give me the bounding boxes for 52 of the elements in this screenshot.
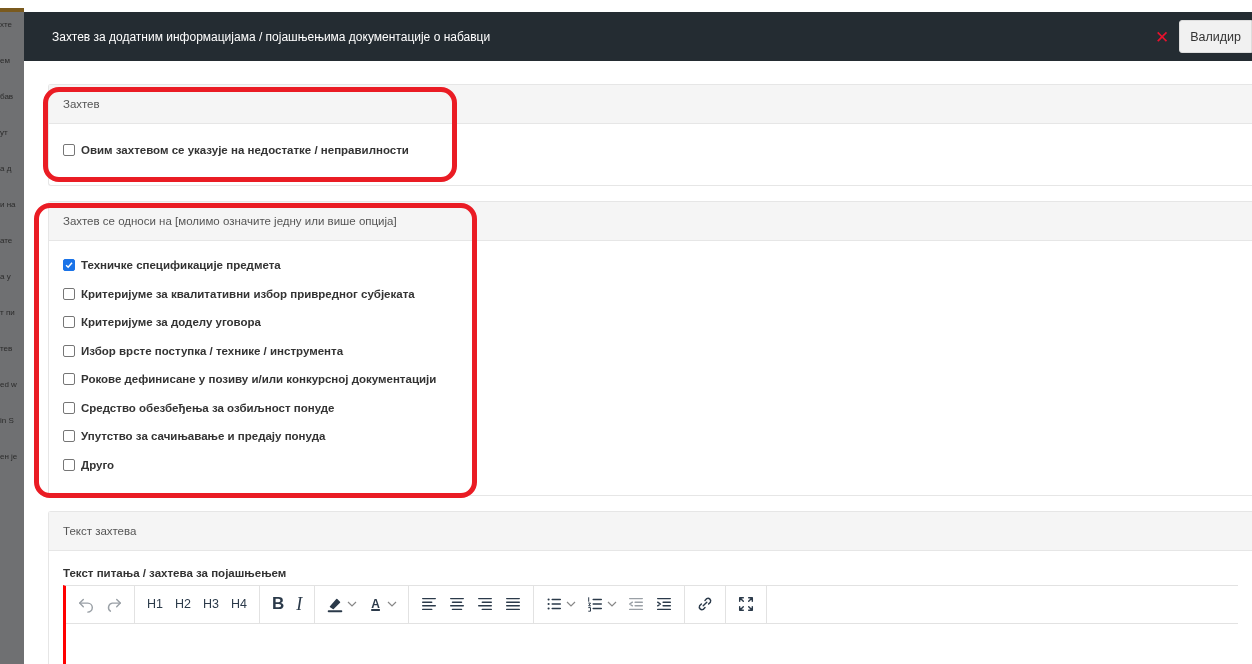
option-label: Избор врсте поступка / технике / инструмента: [81, 344, 344, 357]
option-label: Рокове дефинисане у позиву и/или конкурсној документацији: [81, 373, 437, 386]
background-text: ем: [0, 56, 11, 66]
align-right-icon[interactable]: [475, 595, 494, 613]
background-text: а у: [0, 272, 12, 282]
panel-title: Захтев: [63, 98, 100, 110]
chevron-down-icon[interactable]: [347, 601, 358, 607]
background-text: ен је: [0, 452, 19, 462]
justify-icon[interactable]: [503, 595, 522, 613]
heading-button[interactable]: H3: [198, 595, 223, 613]
font-color-button[interactable]: A: [367, 595, 384, 613]
fullscreen-icon[interactable]: [736, 595, 755, 613]
panel-title: Текст захтева: [63, 524, 137, 537]
checkbox[interactable]: [63, 259, 75, 272]
indent-icon[interactable]: [654, 595, 673, 613]
background-text: а д: [0, 164, 13, 174]
checkbox[interactable]: [63, 458, 75, 471]
option-label: Упутство за сачињавање и предају понуда: [81, 430, 326, 443]
checkbox[interactable]: [63, 430, 75, 443]
background-text: ате: [0, 236, 14, 246]
background-text: тев: [0, 344, 14, 354]
panel-title: Захтев се односи на [молимо означите једну или више опција]: [63, 214, 397, 227]
field-label: Текст питања / захтева за појашњењем: [63, 566, 288, 579]
checkbox[interactable]: [63, 401, 75, 414]
checkbox[interactable]: [63, 316, 75, 329]
validate-button[interactable]: Валидир: [1179, 20, 1252, 53]
background-text: хте: [0, 20, 13, 30]
option-label: Критеријуме за квалитативни избор привредног субјеката: [81, 287, 415, 300]
heading-button[interactable]: H4: [226, 595, 251, 613]
align-left-icon[interactable]: [419, 595, 438, 613]
numbered-list-icon[interactable]: [585, 595, 604, 613]
heading-button[interactable]: H2: [171, 595, 195, 613]
option-label: Техничке спецификације предмета: [81, 259, 281, 272]
dialog-title: Захтев за додатним информацијама / појашњењима документације о набавци: [52, 29, 492, 44]
checkbox[interactable]: [63, 287, 75, 300]
option-label: Критеријуме за доделу уговора: [81, 316, 261, 329]
italic-button[interactable]: I: [292, 591, 307, 617]
chevron-down-icon[interactable]: [606, 601, 617, 607]
checkbox[interactable]: [63, 344, 75, 357]
checkbox[interactable]: [63, 143, 75, 156]
checkbox[interactable]: [63, 373, 75, 386]
bold-button[interactable]: B: [267, 592, 289, 616]
align-center-icon[interactable]: [447, 595, 466, 613]
chevron-down-icon[interactable]: [565, 601, 576, 607]
background-text: и на: [0, 200, 17, 210]
text-editor[interactable]: H1 H2 H3 H4 B I A: [63, 584, 1238, 664]
option-label: Средство обезбеђења за озбиљност понуде: [81, 401, 335, 414]
background-text: ed w: [0, 380, 18, 390]
heading-button[interactable]: H1: [143, 595, 167, 613]
chevron-down-icon[interactable]: [386, 601, 397, 607]
option-label: Овим захтевом се указује на недостатке / неправилности: [81, 143, 409, 156]
option-label: Друго: [81, 458, 115, 471]
